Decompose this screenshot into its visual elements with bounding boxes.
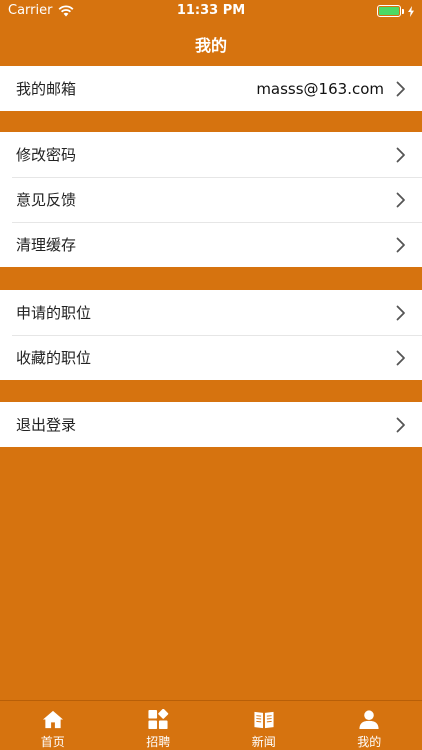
battery-level [379,7,399,15]
row-label: 清理缓存 [16,236,77,254]
chevron-right-icon [396,81,405,96]
tab-jobs[interactable]: 招聘 [106,701,212,750]
row-label: 收藏的职位 [16,349,92,367]
grid-icon [148,709,169,730]
chevron-right-icon [396,147,405,162]
page-title: 我的 [194,36,227,55]
settings-group-logout: 退出登录 [0,402,422,447]
status-time: 11:33 PM [176,3,246,18]
row-label: 退出登录 [16,416,77,434]
nav-bar: 我的 [0,22,422,66]
charging-bolt-icon [408,5,414,17]
tab-bar: 首页 招聘 新闻 我的 [0,700,422,750]
settings-group-jobs: 申请的职位 收藏的职位 [0,290,422,380]
tab-home[interactable]: 首页 [0,701,106,750]
tab-label: 新闻 [251,735,276,749]
news-icon [254,711,274,729]
chevron-right-icon [396,237,405,252]
battery-indicator [377,5,414,17]
settings-group-general: 修改密码 意见反馈 清理缓存 [0,132,422,267]
row-logout[interactable]: 退出登录 [0,402,422,447]
chevron-right-icon [396,417,405,432]
row-label: 我的邮箱 [16,80,77,98]
settings-group-account: 我的邮箱 masss@163.com [0,66,422,111]
chevron-right-icon [396,192,405,207]
battery-cap [402,8,404,14]
chevron-right-icon [396,305,405,320]
email-value: masss@163.com [256,79,384,98]
tab-label: 我的 [357,735,382,749]
row-label: 申请的职位 [16,304,92,322]
person-icon [359,710,379,730]
tab-news[interactable]: 新闻 [211,701,317,750]
tab-mine[interactable]: 我的 [317,701,422,750]
row-feedback[interactable]: 意见反馈 [0,177,422,222]
tab-label: 首页 [40,735,65,749]
status-bar: Carrier 11:33 PM [0,0,422,22]
row-mailbox[interactable]: 我的邮箱 masss@163.com [0,66,422,111]
row-applied-jobs[interactable]: 申请的职位 [0,290,422,335]
row-saved-jobs[interactable]: 收藏的职位 [0,335,422,380]
home-icon [42,710,63,729]
row-clear-cache[interactable]: 清理缓存 [0,222,422,267]
row-change-password[interactable]: 修改密码 [0,132,422,177]
chevron-right-icon [396,350,405,365]
row-label: 意见反馈 [16,191,77,209]
tab-label: 招聘 [146,735,171,749]
battery-icon [377,5,401,17]
row-label: 修改密码 [16,146,77,164]
